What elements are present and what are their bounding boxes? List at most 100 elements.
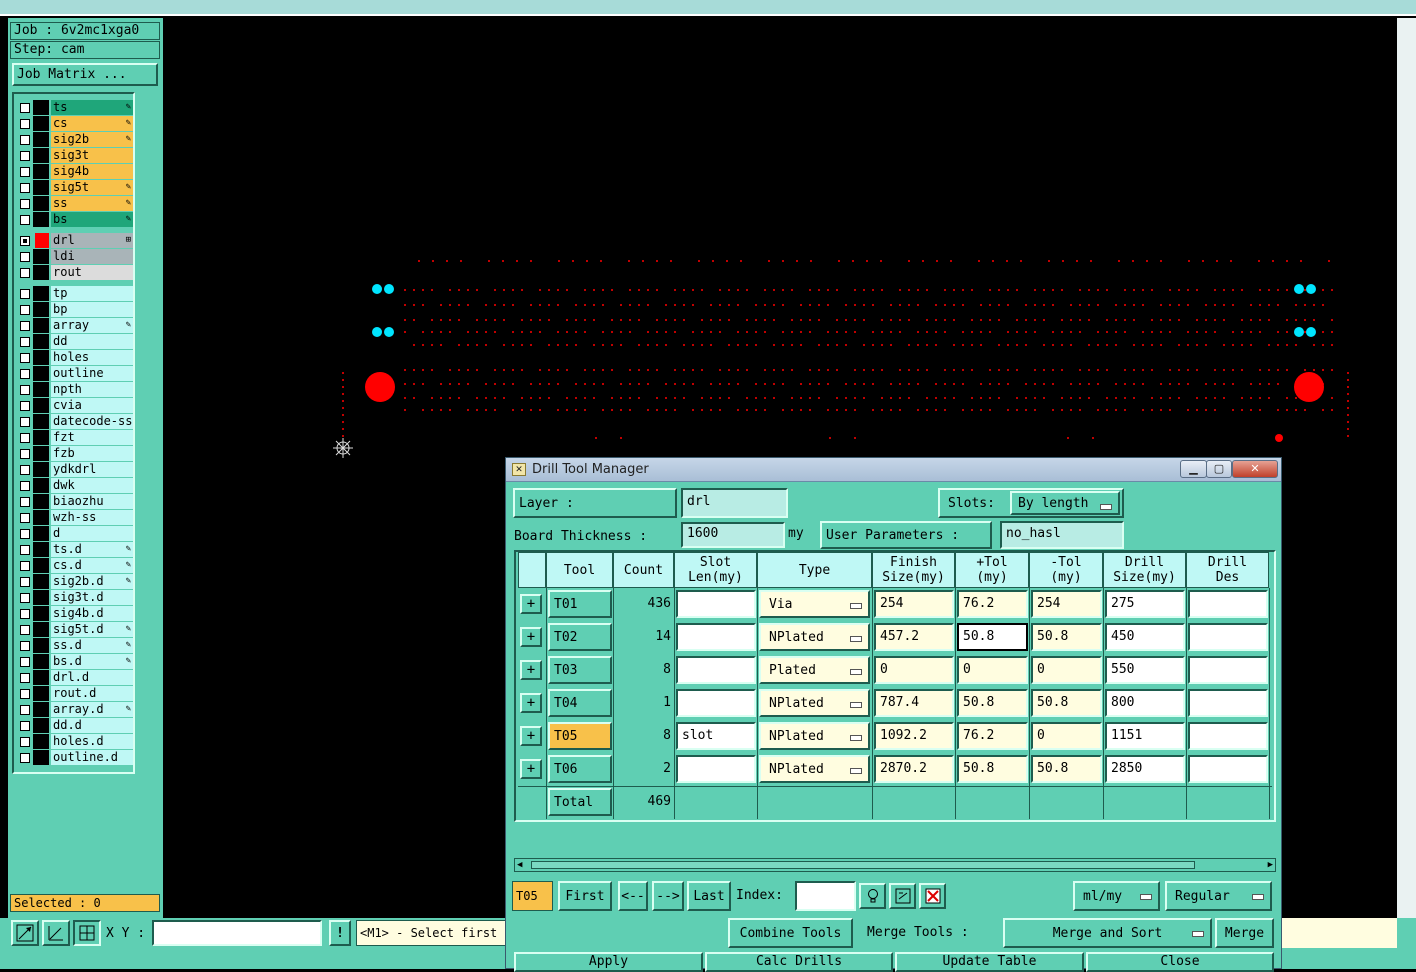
grid-icon[interactable] <box>73 920 101 946</box>
plus-tol-input[interactable]: 0 <box>957 656 1028 684</box>
layer-row-sig4b[interactable]: sig4b <box>17 164 133 179</box>
drill-des-input[interactable] <box>1188 755 1268 783</box>
type-dropdown[interactable]: NPlated <box>759 755 870 783</box>
layer-row-rout[interactable]: rout <box>17 265 133 280</box>
layer-checkbox[interactable] <box>20 593 30 603</box>
tool-button[interactable]: T04 <box>548 689 612 717</box>
minus-tol-input[interactable]: 50.8 <box>1031 623 1102 651</box>
layer-name[interactable]: drl.d <box>51 670 133 685</box>
layer-row-drl-d[interactable]: drl.d <box>17 670 133 685</box>
layer-checkbox[interactable] <box>20 135 30 145</box>
layer-name[interactable]: dd.d <box>51 718 133 733</box>
apply-button[interactable]: Apply <box>514 952 703 972</box>
layer-checkbox[interactable] <box>20 561 30 571</box>
drill-size-input[interactable]: 800 <box>1105 689 1185 717</box>
xy-input[interactable] <box>152 920 322 946</box>
layer-name[interactable]: bs ✎ <box>51 212 133 227</box>
delete-icon[interactable] <box>919 883 946 909</box>
layer-checkbox[interactable] <box>20 305 30 315</box>
minus-tol-input[interactable]: 0 <box>1031 722 1102 750</box>
mode-dropdown[interactable]: Regular <box>1165 881 1272 911</box>
layer-name[interactable]: sig4b.d <box>51 606 133 621</box>
layer-row-array[interactable]: array ✎ <box>17 318 133 333</box>
layer-name[interactable]: ydkdrl <box>51 462 133 477</box>
layer-row-sig2b[interactable]: sig2b ✎ <box>17 132 133 147</box>
layer-row-ts-d[interactable]: ts.d ✎ <box>17 542 133 557</box>
layer-checkbox[interactable] <box>20 529 30 539</box>
plus-tol-input[interactable]: 76.2 <box>957 722 1028 750</box>
layer-name[interactable]: outline <box>51 366 133 381</box>
layer-checkbox[interactable] <box>20 289 30 299</box>
layer-checkbox[interactable] <box>20 353 30 363</box>
layer-checkbox[interactable] <box>20 481 30 491</box>
plus-tol-input[interactable]: 76.2 <box>957 590 1028 618</box>
first-button[interactable]: First <box>558 881 612 911</box>
layer-name[interactable]: wzh-ss <box>51 510 133 525</box>
layer-checkbox[interactable] <box>20 119 30 129</box>
layer-row-holes[interactable]: holes <box>17 350 133 365</box>
layer-row-outline-d[interactable]: outline.d <box>17 750 133 765</box>
layer-name[interactable]: array ✎ <box>51 318 133 333</box>
layer-row-fzb[interactable]: fzb <box>17 446 133 461</box>
layer-name[interactable]: sig5t.d ✎ <box>51 622 133 637</box>
plus-tol-input[interactable]: 50.8 <box>957 689 1028 717</box>
layer-checkbox[interactable] <box>20 236 30 246</box>
layer-name[interactable]: dwk <box>51 478 133 493</box>
layer-name[interactable]: array.d ✎ <box>51 702 133 717</box>
type-dropdown[interactable]: NPlated <box>759 689 870 717</box>
layer-row-sig5t[interactable]: sig5t ✎ <box>17 180 133 195</box>
type-dropdown[interactable]: NPlated <box>759 623 870 651</box>
slot-len-input[interactable] <box>676 689 756 717</box>
layer-row-datecode-ss[interactable]: datecode-ss <box>17 414 133 429</box>
sort-icon[interactable] <box>889 883 916 909</box>
vertical-scrollbar[interactable] <box>1397 18 1416 948</box>
layer-checkbox[interactable] <box>20 657 30 667</box>
layer-name[interactable]: holes.d <box>51 734 133 749</box>
user-parameters-button[interactable]: User Parameters : <box>820 521 992 549</box>
finish-size-input[interactable]: 1092.2 <box>874 722 954 750</box>
tool-button[interactable]: T02 <box>548 623 612 651</box>
snap-icon[interactable] <box>11 920 39 946</box>
layer-checkbox[interactable] <box>20 167 30 177</box>
slot-len-input[interactable]: slot <box>676 722 756 750</box>
alert-button[interactable]: ! <box>329 920 351 946</box>
layer-name[interactable]: rout.d <box>51 686 133 701</box>
expand-icon[interactable]: + <box>520 726 542 746</box>
layer-row-cs-d[interactable]: cs.d ✎ <box>17 558 133 573</box>
layer-row-tp[interactable]: tp <box>17 286 133 301</box>
layer-checkbox[interactable] <box>20 103 30 113</box>
layer-name[interactable]: bs.d ✎ <box>51 654 133 669</box>
layer-row-bs[interactable]: bs ✎ <box>17 212 133 227</box>
tool-button[interactable]: T03 <box>548 656 612 684</box>
drill-des-input[interactable] <box>1188 623 1268 651</box>
layer-name[interactable]: sig5t ✎ <box>51 180 133 195</box>
prev-button[interactable]: <-- <box>618 881 648 911</box>
layer-checkbox[interactable] <box>20 268 30 278</box>
layer-checkbox[interactable] <box>20 321 30 331</box>
layer-row-ldi[interactable]: ldi <box>17 249 133 264</box>
lightbulb-icon[interactable] <box>859 883 886 909</box>
layer-row-bs-d[interactable]: bs.d ✎ <box>17 654 133 669</box>
layer-checkbox[interactable] <box>20 545 30 555</box>
combine-tools-button[interactable]: Combine Tools <box>728 918 853 948</box>
slots-option[interactable]: Slots: By length <box>938 488 1124 518</box>
layer-row-ss[interactable]: ss ✎ <box>17 196 133 211</box>
slot-len-input[interactable] <box>676 623 756 651</box>
layer-checkbox[interactable] <box>20 385 30 395</box>
layer-name[interactable]: holes <box>51 350 133 365</box>
layer-checkbox[interactable] <box>20 737 30 747</box>
layer-input[interactable]: drl <box>681 488 788 518</box>
layer-checkbox[interactable] <box>20 449 30 459</box>
layer-name[interactable]: outline.d <box>51 750 133 765</box>
layer-name[interactable]: ldi <box>51 249 133 264</box>
expand-icon[interactable]: + <box>520 594 542 614</box>
scroll-right-icon[interactable]: ▶ <box>1268 860 1273 870</box>
close-button[interactable]: Close <box>1086 952 1274 972</box>
tool-button[interactable]: T01 <box>548 590 612 618</box>
layer-name[interactable]: sig2b ✎ <box>51 132 133 147</box>
job-matrix-button[interactable]: Job Matrix ... <box>12 63 158 86</box>
layer-row-sig3t[interactable]: sig3t <box>17 148 133 163</box>
layer-row-holes-d[interactable]: holes.d <box>17 734 133 749</box>
layer-checkbox[interactable] <box>20 252 30 262</box>
layer-name[interactable]: biaozhu <box>51 494 133 509</box>
